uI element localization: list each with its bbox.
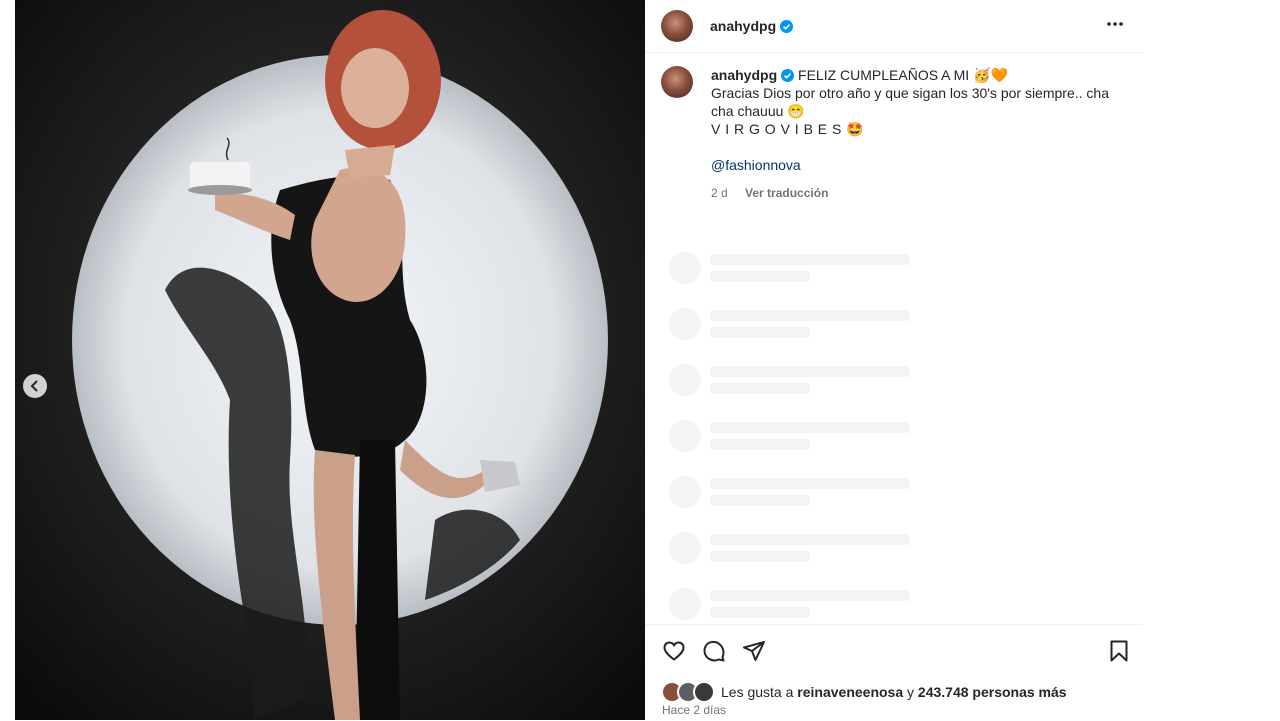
skeleton-line bbox=[710, 590, 910, 601]
post-details-panel: anahydpg anahydpg FELIZ CUMPLEAÑOS A MI … bbox=[645, 0, 1143, 720]
comment-skeleton-row bbox=[669, 464, 910, 520]
comments-loading bbox=[669, 240, 910, 632]
skeleton-lines bbox=[710, 366, 910, 394]
caption-body: anahydpg FELIZ CUMPLEAÑOS A MI 🥳🧡 Gracia… bbox=[711, 66, 1113, 202]
likes-user-link[interactable]: reinaveneenosa bbox=[797, 684, 903, 700]
skeleton-line bbox=[710, 254, 910, 265]
more-options-icon[interactable] bbox=[1105, 14, 1125, 34]
post-media[interactable] bbox=[15, 0, 645, 720]
caption-line-3: V I R G O V I B E S 🤩 bbox=[711, 121, 865, 137]
skeleton-lines bbox=[710, 310, 910, 338]
comment-skeleton-row bbox=[669, 520, 910, 576]
caption-meta: 2 d Ver traducción bbox=[711, 184, 1113, 202]
skeleton-lines bbox=[710, 534, 910, 562]
skeleton-lines bbox=[710, 422, 910, 450]
skeleton-line bbox=[710, 271, 810, 282]
likes-joiner: y bbox=[907, 684, 915, 700]
skeleton-line bbox=[710, 310, 910, 321]
likes-prefix: Les gusta a bbox=[721, 684, 794, 700]
comment-icon[interactable] bbox=[702, 639, 726, 663]
skeleton-line bbox=[710, 495, 810, 506]
caption-line-1: FELIZ CUMPLEAÑOS A MI 🥳🧡 bbox=[798, 67, 1008, 83]
skeleton-avatar bbox=[669, 588, 701, 620]
post-header: anahydpg bbox=[645, 0, 1143, 53]
caption: anahydpg FELIZ CUMPLEAÑOS A MI 🥳🧡 Gracia… bbox=[661, 66, 1113, 202]
chevron-left-icon bbox=[30, 380, 38, 392]
skeleton-line bbox=[710, 478, 910, 489]
skeleton-lines bbox=[710, 590, 910, 618]
skeleton-line bbox=[710, 534, 910, 545]
caption-avatar[interactable] bbox=[661, 66, 693, 98]
skeleton-line bbox=[710, 551, 810, 562]
skeleton-avatar bbox=[669, 420, 701, 452]
avatar[interactable] bbox=[661, 10, 693, 42]
skeleton-line bbox=[710, 422, 910, 433]
skeleton-avatar bbox=[669, 532, 701, 564]
translate-button[interactable]: Ver traducción bbox=[745, 186, 828, 200]
likes-summary: Les gusta a reinaveneenosa y 243.748 per… bbox=[661, 681, 1067, 703]
actions-bar: Les gusta a reinaveneenosa y 243.748 per… bbox=[645, 624, 1143, 721]
liker-avatar bbox=[693, 681, 715, 703]
share-icon[interactable] bbox=[742, 639, 766, 663]
skeleton-line bbox=[710, 439, 810, 450]
caption-line-2: Gracias Dios por otro año y que sigan lo… bbox=[711, 85, 1109, 119]
caption-username[interactable]: anahydpg bbox=[711, 67, 777, 83]
skeleton-lines bbox=[710, 254, 910, 282]
post-timestamp: Hace 2 días bbox=[662, 703, 727, 717]
skeleton-avatar bbox=[669, 252, 701, 284]
skeleton-avatar bbox=[669, 476, 701, 508]
previous-slide-button[interactable] bbox=[23, 374, 47, 398]
skeleton-avatar bbox=[669, 308, 701, 340]
heart-icon[interactable] bbox=[662, 639, 686, 663]
verified-badge-icon bbox=[781, 69, 795, 82]
bookmark-icon[interactable] bbox=[1107, 639, 1131, 663]
mention-link[interactable]: @fashionnova bbox=[711, 156, 1113, 174]
skeleton-avatar bbox=[669, 364, 701, 396]
post-photo bbox=[15, 0, 645, 720]
comment-skeleton-row bbox=[669, 352, 910, 408]
skeleton-line bbox=[710, 327, 810, 338]
verified-badge-icon bbox=[780, 19, 794, 33]
header-username[interactable]: anahydpg bbox=[710, 18, 776, 34]
skeleton-line bbox=[710, 607, 810, 618]
comment-skeleton-row bbox=[669, 408, 910, 464]
skeleton-line bbox=[710, 383, 810, 394]
skeleton-line bbox=[710, 366, 910, 377]
caption-age: 2 d bbox=[711, 186, 728, 200]
likes-count-link[interactable]: 243.748 personas más bbox=[918, 684, 1067, 700]
comment-skeleton-row bbox=[669, 240, 910, 296]
skeleton-lines bbox=[710, 478, 910, 506]
comment-skeleton-row bbox=[669, 296, 910, 352]
